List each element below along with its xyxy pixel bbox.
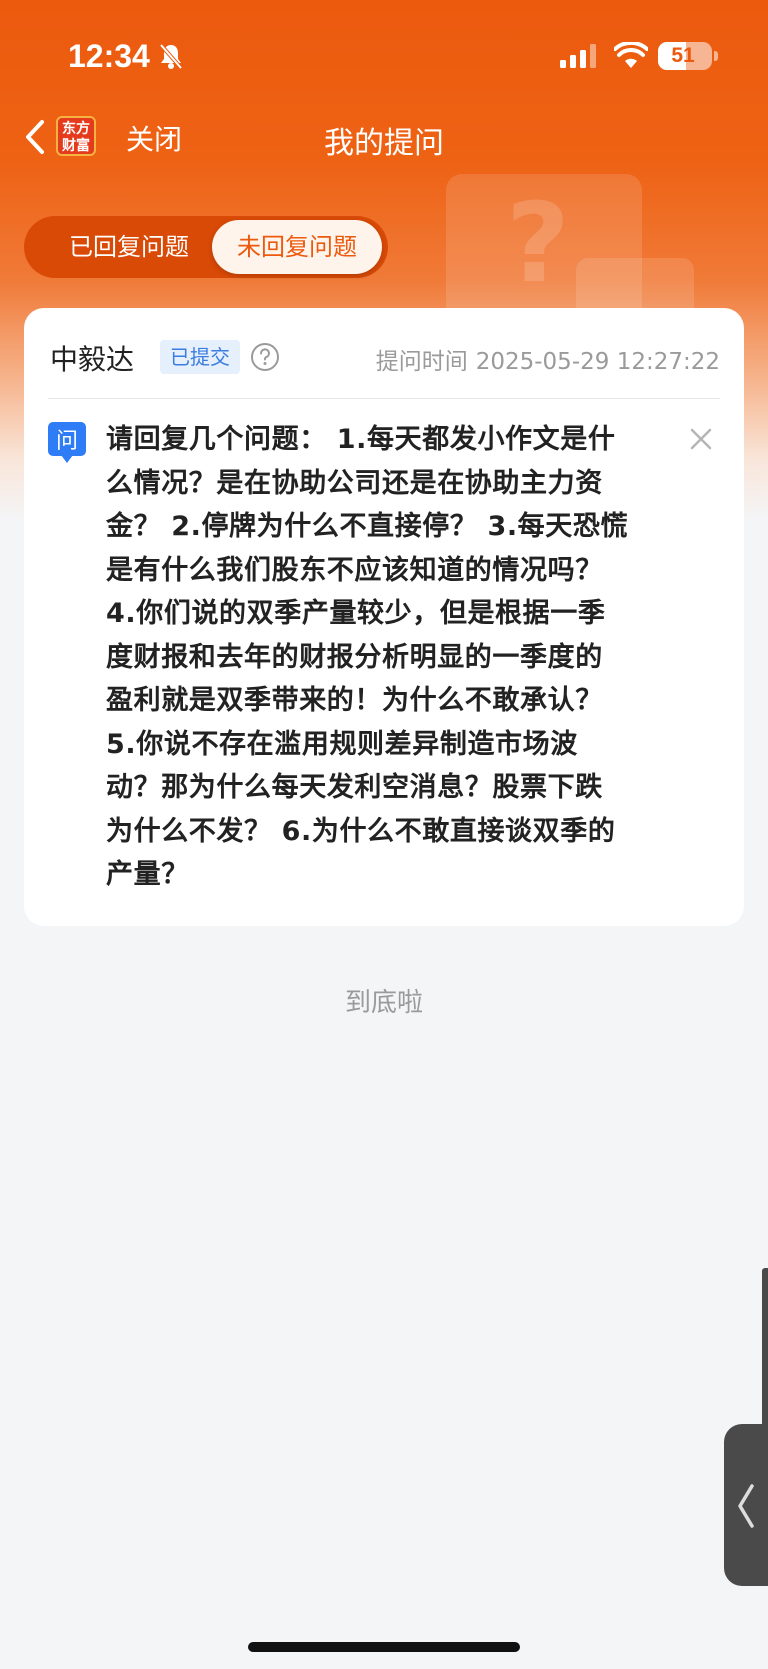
page-title: 我的提问 bbox=[324, 126, 444, 161]
battery-level-text: 51 bbox=[671, 44, 695, 67]
close-icon[interactable] bbox=[688, 426, 714, 452]
question-line: 么情况？是在协助公司还是在协助主力资 bbox=[106, 467, 603, 499]
wifi-icon bbox=[614, 42, 648, 68]
chevron-left-icon bbox=[738, 1484, 754, 1528]
status-time: 12:34 bbox=[68, 38, 150, 74]
company-name[interactable]: 中毅达 bbox=[50, 338, 134, 378]
tab-answered[interactable]: 已回复问题 bbox=[30, 220, 228, 274]
end-of-list-tip: 到底啦 bbox=[344, 988, 423, 1018]
question-line: 盈利就是双季带来的！为什么不敢承认？ bbox=[106, 685, 603, 716]
question-line: 产量？ bbox=[106, 859, 189, 890]
question-badge-text: 问 bbox=[56, 429, 78, 454]
question-line: 5.你说不存在滥用规则差异制造市场波 bbox=[106, 728, 578, 760]
question-line: 请回复几个问题： 1.每天都发小作文是什 bbox=[106, 424, 616, 455]
question-line: 4.你们说的双季产量较少，但是根据一季 bbox=[106, 598, 606, 629]
question-line: 为什么不发？ 6.为什么不敢直接谈双季的 bbox=[106, 815, 616, 847]
question-line: 是有什么我们股东不应该知道的情况吗？ bbox=[106, 554, 603, 586]
home-indicator[interactable] bbox=[248, 1642, 520, 1652]
side-edge-strip bbox=[762, 1268, 768, 1428]
question-text: 请回复几个问题： 1.每天都发小作文是什 么情况？是在协助公司还是在协助主力资 … bbox=[106, 418, 706, 897]
tab-unanswered[interactable]: 未回复问题 bbox=[212, 220, 382, 274]
floating-side-handle[interactable] bbox=[724, 1424, 768, 1586]
help-circle-icon[interactable] bbox=[250, 342, 280, 372]
question-line: 金？ 2.停牌为什么不直接停？ 3.每天恐慌 bbox=[106, 511, 629, 542]
battery-indicator: 51 bbox=[658, 42, 712, 70]
question-line: 度财报和去年的财报分析明显的一季度的 bbox=[106, 641, 603, 673]
cellular-signal-icon bbox=[560, 44, 596, 68]
battery-cap bbox=[714, 51, 718, 61]
ask-time-label: 提问时间 bbox=[375, 349, 468, 375]
question-badge-icon: 问 bbox=[48, 422, 86, 463]
divider bbox=[48, 398, 720, 399]
question-card: 中毅达 已提交 提问时间 2025-05-29 12:27:22 问 请回复几个问… bbox=[24, 308, 744, 926]
ask-time-value: 2025-05-29 12:27:22 bbox=[475, 349, 720, 375]
question-tabs: 已回复问题 未回复问题 bbox=[24, 216, 388, 278]
bell-muted-icon bbox=[159, 43, 183, 70]
question-mark-illustration-icon: ? bbox=[506, 179, 570, 307]
question-line: 动？那为什么每天发利空消息？股票下跌 bbox=[106, 772, 603, 803]
status-badge: 已提交 bbox=[160, 340, 240, 374]
ask-time: 提问时间 2025-05-29 12:27:22 bbox=[376, 342, 720, 376]
